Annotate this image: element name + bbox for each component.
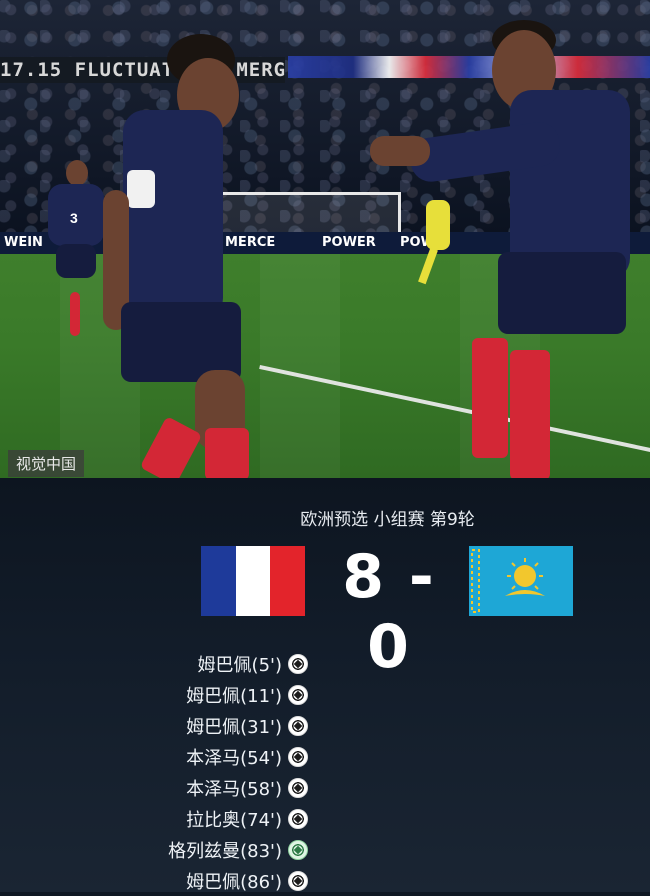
scorer-row: 格列兹曼(83')	[0, 834, 308, 865]
board-text: WEIN	[4, 235, 43, 250]
watermark: 视觉中国	[8, 450, 85, 477]
soccer-ball-icon	[288, 653, 308, 674]
scorer-row: 姆巴佩(31')	[0, 710, 308, 741]
soccer-ball-icon	[288, 715, 308, 736]
scorer-name: 本泽马(58')	[186, 778, 282, 800]
scorer-row: 拉比奥(74')	[0, 803, 308, 834]
match-score: 8 - 0	[324, 542, 454, 682]
scorer-name: 姆巴佩(5')	[197, 654, 282, 676]
soccer-ball-icon	[288, 870, 308, 891]
kazakhstan-flag-icon	[469, 546, 573, 616]
scorer-name: 格列兹曼(83')	[168, 840, 282, 862]
soccer-ball-icon	[288, 684, 308, 705]
celebrating-player-right: 10	[370, 20, 640, 478]
scorer-row: 姆巴佩(11')	[0, 679, 308, 710]
match-photo: 17.15 FLUCTUAT NEC MERGITUR WEIN MERCE P…	[0, 0, 650, 478]
home-score: 8	[342, 542, 386, 612]
soccer-ball-icon	[288, 746, 308, 767]
shirt-number: 3	[70, 210, 78, 226]
competition-label: 欧洲预选 小组赛 第9轮	[300, 510, 475, 530]
scorer-name: 拉比奥(74')	[186, 809, 282, 831]
soccer-ball-icon	[288, 808, 308, 829]
france-flag-icon	[201, 546, 306, 616]
board-text: POWER	[322, 235, 376, 250]
celebrating-player-left	[95, 30, 275, 478]
scorers-list: 姆巴佩(5') 姆巴佩(11') 姆巴佩(31') 本泽马(54') 本泽马(5…	[0, 648, 308, 896]
scorer-name: 姆巴佩(31')	[186, 716, 282, 738]
soccer-ball-green-icon	[288, 839, 308, 860]
scorer-name: 本泽马(54')	[186, 747, 282, 769]
scorer-row: 本泽马(54')	[0, 741, 308, 772]
scorer-row: 姆巴佩(5')	[0, 648, 308, 679]
away-score: 0	[367, 612, 411, 682]
soccer-ball-icon	[288, 777, 308, 798]
score-separator: -	[408, 542, 436, 612]
scorer-name: 姆巴佩(86')	[186, 871, 282, 893]
scorer-name: 姆巴佩(11')	[186, 685, 282, 707]
scorer-row: 姆巴佩(86')	[0, 865, 308, 896]
scorer-row: 本泽马(58')	[0, 772, 308, 803]
